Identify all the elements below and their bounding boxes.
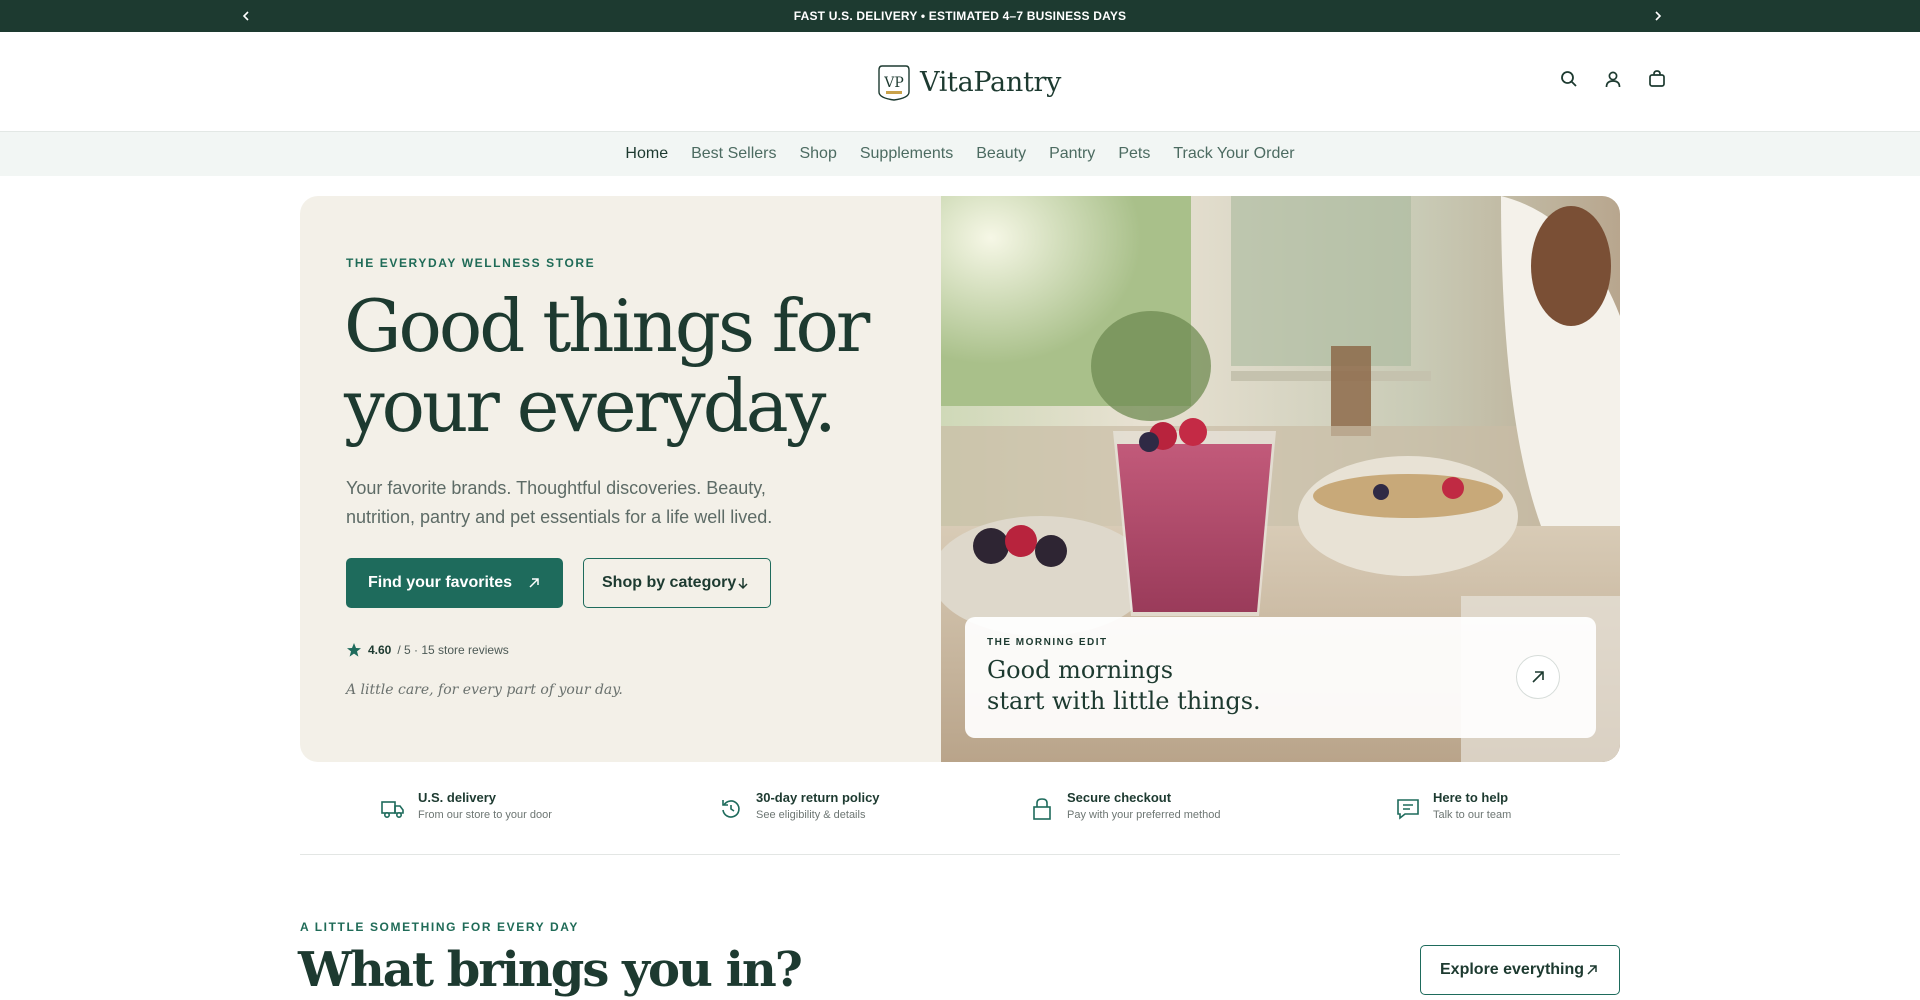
trust-text-help: Here to help Talk to our team [1433, 790, 1511, 822]
section-title: What brings you in? [298, 942, 803, 998]
morning-card-title: Good mornings start with little things. [987, 655, 1407, 717]
lock-icon [1033, 798, 1051, 820]
nav-item-pets[interactable]: Pets [1118, 145, 1150, 163]
store-rating: 4.60 / 5 · 15 store reviews [346, 642, 509, 658]
nav-item-pantry[interactable]: Pantry [1049, 145, 1095, 163]
hero-subtitle: Your favorite brands. Thoughtful discove… [346, 478, 773, 527]
trust-desc: Talk to our team [1433, 809, 1512, 821]
arrow-up-right-icon [1532, 671, 1544, 683]
trust-desc: Pay with your preferred method [1067, 809, 1221, 821]
trust-title: Secure checkout [1067, 790, 1172, 805]
chevron-right-icon [1655, 11, 1662, 21]
nav-item-track-order[interactable]: Track Your Order [1173, 145, 1294, 163]
nav-item-supplements[interactable]: Supplements [860, 145, 953, 163]
trust-item-returns[interactable]: 30-day return policy See eligibility & d… [718, 790, 880, 822]
trust-title: 30-day return policy [756, 790, 880, 805]
trust-text-delivery: U.S. delivery From our store to your doo… [418, 790, 552, 822]
logo-monogram: VP [883, 75, 904, 91]
announcement-next-button[interactable] [1646, 0, 1670, 32]
trust-title: U.S. delivery [418, 790, 497, 805]
section-eyebrow: A LITTLE SOMETHING FOR EVERY DAY [300, 920, 580, 934]
trust-item-delivery[interactable]: U.S. delivery From our store to your doo… [380, 790, 552, 822]
shop-by-category-button[interactable]: Shop by category [583, 558, 771, 608]
morning-card-title-line2: start with little things. [987, 687, 1261, 715]
find-favorites-label: Find your favorites [368, 574, 513, 591]
shop-by-category-label: Shop by category [602, 574, 737, 591]
hero-text-panel: THE EVERYDAY WELLNESS STORE Good things … [300, 196, 941, 762]
account-button[interactable] [1602, 68, 1624, 90]
cart-icon [1649, 70, 1665, 87]
nav-item-shop[interactable]: Shop [799, 145, 836, 163]
morning-edit-card[interactable]: THE MORNING EDIT Good mornings start wit… [965, 617, 1596, 738]
hero-title-line1: Good things for [344, 284, 870, 368]
announcement-text: FAST U.S. DELIVERY • ESTIMATED 4–7 BUSIN… [793, 9, 1127, 23]
morning-card-eyebrow: THE MORNING EDIT [987, 637, 1108, 648]
rating-suffix: / 5 · 15 store reviews [397, 643, 509, 657]
nav-item-best-sellers[interactable]: Best Sellers [691, 145, 776, 163]
morning-card-arrow-button[interactable] [1516, 655, 1560, 699]
arrow-down-icon [738, 578, 748, 590]
hero-tagline: A little care, for every part of your da… [346, 682, 623, 698]
hero-image-panel: THE MORNING EDIT Good mornings start wit… [941, 196, 1620, 762]
trust-title: Here to help [1433, 790, 1509, 805]
announcement-prev-button[interactable] [234, 0, 258, 32]
trust-desc: From our store to your door [418, 809, 552, 821]
nav-item-home[interactable]: Home [625, 145, 668, 163]
trust-text-returns: 30-day return policy See eligibility & d… [756, 790, 880, 822]
hero-title: Good things for your everyday. [344, 286, 924, 446]
morning-card-title-line1: Good mornings [987, 656, 1174, 684]
account-icon [1605, 71, 1621, 88]
announcement-bar: FAST U.S. DELIVERY • ESTIMATED 4–7 BUSIN… [0, 0, 1920, 32]
brand-logo[interactable]: VP VitaPantry [876, 62, 1061, 102]
cart-button[interactable] [1646, 68, 1668, 90]
truck-icon [381, 801, 404, 818]
trust-desc: See eligibility & details [756, 809, 866, 821]
trust-item-help[interactable]: Here to help Talk to our team [1395, 790, 1511, 822]
return-icon [722, 800, 740, 818]
logo-mark-icon: VP [878, 65, 910, 101]
search-button[interactable] [1558, 68, 1580, 90]
rating-value: 4.60 [368, 643, 392, 657]
explore-everything-button[interactable]: Explore everything [1420, 945, 1620, 995]
main-nav: Home Best Sellers Shop Supplements Beaut… [0, 132, 1920, 176]
nav-item-beauty[interactable]: Beauty [976, 145, 1026, 163]
hero-eyebrow: THE EVERYDAY WELLNESS STORE [346, 256, 596, 270]
arrow-up-right-icon [1587, 965, 1597, 975]
chat-icon [1397, 799, 1419, 820]
header-actions [1558, 68, 1668, 90]
hero-section: THE EVERYDAY WELLNESS STORE Good things … [300, 196, 1620, 762]
chevron-left-icon [242, 11, 249, 21]
trust-item-secure-checkout[interactable]: Secure checkout Pay with your preferred … [1029, 790, 1220, 822]
find-favorites-button[interactable]: Find your favorites [346, 558, 563, 608]
site-header: VP VitaPantry [0, 32, 1920, 132]
hero-title-line2: your everyday. [344, 364, 837, 448]
trust-text-secure-checkout: Secure checkout Pay with your preferred … [1067, 790, 1220, 822]
star-icon [347, 643, 361, 657]
brand-name: VitaPantry [920, 66, 1062, 98]
arrow-up-right-icon [529, 578, 539, 588]
search-icon [1561, 71, 1577, 87]
explore-everything-label: Explore everything [1440, 961, 1585, 978]
trust-row: U.S. delivery From our store to your doo… [300, 770, 1620, 855]
